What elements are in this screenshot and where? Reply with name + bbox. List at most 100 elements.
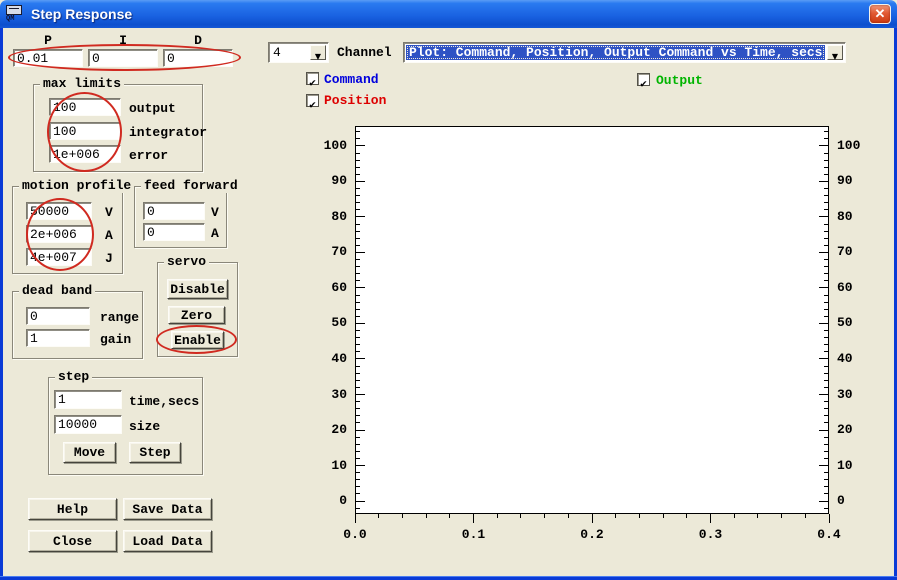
y-axis-tick-label-right: 10: [837, 457, 853, 473]
x-axis-tick-label: 0.4: [817, 527, 841, 542]
position-checkbox[interactable]: ✔: [306, 94, 319, 112]
window-border-left: [0, 28, 3, 577]
y-axis-tick-label-left: 0: [339, 493, 347, 508]
y-axis-tick-label-left: 20: [331, 422, 347, 437]
plot-area: [355, 126, 829, 514]
max-error-label: error: [129, 148, 169, 163]
dead-band-range-input[interactable]: [26, 307, 90, 325]
plot-mode-value: Plot: Command, Position, Output Command …: [406, 45, 825, 60]
plot-mode-select[interactable]: Plot: Command, Position, Output Command …: [403, 42, 846, 63]
output-checkbox-label: Output: [656, 73, 703, 88]
servo-title: servo: [164, 254, 210, 269]
dead-band-gain-input[interactable]: [26, 329, 90, 347]
servo-disable-button[interactable]: Disable: [167, 279, 228, 299]
p-label: P: [44, 33, 52, 48]
move-button[interactable]: Move: [63, 442, 116, 463]
x-axis-minor-tick: [686, 514, 688, 518]
x-axis-tick-label: 0.1: [461, 527, 486, 542]
output-checkbox[interactable]: ✔: [637, 73, 650, 91]
channel-dropdown-button[interactable]: ▼: [310, 45, 326, 61]
plot-mode-dropdown-button[interactable]: ▼: [827, 45, 843, 61]
feed-forward-title: feed forward: [141, 178, 241, 193]
feed-forward-group: feed forward V A: [134, 178, 241, 248]
i-label: I: [119, 33, 127, 48]
jerk-input[interactable]: [26, 248, 92, 266]
x-axis-minor-tick: [378, 514, 380, 518]
x-axis-minor-tick: [615, 514, 617, 518]
x-axis-minor-tick: [496, 514, 498, 518]
y-axis-tick-label-right: 70: [837, 244, 853, 260]
motion-profile-group: motion profile V A J: [12, 178, 135, 274]
y-axis-tick-label-left: 60: [331, 279, 347, 295]
close-button[interactable]: ✕: [869, 4, 891, 24]
title-bar[interactable]: QM Step Response ✕: [0, 0, 897, 28]
y-axis-tick-label-right: 100: [837, 137, 861, 153]
x-axis-minor-tick: [781, 514, 783, 518]
max-error-input[interactable]: [49, 145, 121, 163]
p-gain-input[interactable]: [13, 49, 83, 67]
servo-zero-button[interactable]: Zero: [168, 306, 225, 324]
x-axis-minor-tick: [544, 514, 546, 518]
app-icon-text: QM: [6, 15, 15, 23]
x-axis-minor-tick: [425, 514, 427, 518]
dead-band-group: dead band range gain: [12, 283, 143, 359]
step-size-label: size: [129, 419, 161, 434]
max-output-input[interactable]: [49, 98, 121, 116]
y-axis-tick-label-right: 40: [837, 350, 853, 366]
x-axis-minor-tick: [520, 514, 522, 518]
ff-acceleration-input[interactable]: [143, 223, 205, 241]
y-axis-tick-label-left: 70: [331, 244, 347, 260]
y-axis-tick-label-left: 90: [331, 173, 347, 189]
ff-velocity-input[interactable]: [143, 202, 205, 220]
step-time-input[interactable]: [54, 390, 122, 409]
d-gain-input[interactable]: [163, 49, 233, 67]
motion-profile-title: motion profile: [19, 178, 135, 193]
dead-band-title: dead band: [19, 283, 96, 298]
ff-velocity-label: V: [211, 205, 219, 220]
position-checkbox-label: Position: [324, 93, 387, 108]
i-gain-input[interactable]: [88, 49, 158, 67]
x-axis-minor-tick: [662, 514, 664, 518]
x-axis-minor-tick: [733, 514, 735, 518]
y-axis-tick-label-right: 60: [837, 279, 853, 295]
step-time-label: time,secs: [129, 394, 200, 409]
step-size-input[interactable]: [54, 415, 122, 434]
x-axis-major-tick: [473, 514, 474, 523]
channel-select[interactable]: 4 ▼: [268, 42, 329, 63]
max-limits-title: max limits: [40, 76, 125, 91]
close-icon: ✕: [874, 6, 886, 21]
check-icon: ✔: [309, 78, 316, 90]
load-data-button[interactable]: Load Data: [123, 530, 212, 552]
dead-band-range-label: range: [100, 310, 140, 325]
acceleration-input[interactable]: [26, 225, 92, 243]
close-button-bottom[interactable]: Close: [28, 530, 117, 552]
y-axis-tick-label-left: 10: [331, 457, 347, 473]
step-button[interactable]: Step: [129, 442, 181, 463]
y-axis-tick-label-right: 30: [837, 386, 853, 402]
window-title: Step Response: [31, 6, 133, 22]
max-integrator-label: integrator: [129, 125, 208, 140]
step-title: step: [55, 369, 93, 384]
x-axis-minor-tick: [449, 514, 451, 518]
max-output-label: output: [129, 101, 176, 116]
x-axis-major-tick: [354, 514, 356, 523]
acceleration-label: A: [105, 228, 113, 243]
check-icon: ✔: [640, 79, 647, 91]
max-integrator-input[interactable]: [49, 122, 121, 140]
y-axis-tick-label-left: 100: [323, 137, 347, 153]
app-icon: QM: [5, 4, 25, 24]
velocity-input[interactable]: [26, 202, 92, 220]
servo-enable-button[interactable]: Enable: [171, 331, 224, 349]
step-group: step time,secs size Move Step: [48, 369, 203, 475]
d-label: D: [194, 33, 202, 48]
x-axis-major-tick: [828, 514, 830, 523]
jerk-label: J: [105, 251, 113, 266]
x-axis-minor-tick: [638, 514, 640, 518]
channel-value: 4: [273, 45, 281, 60]
y-axis-tick-label-left: 30: [331, 386, 347, 402]
command-checkbox[interactable]: ✔: [306, 72, 319, 90]
x-axis-tick-label: 0.2: [580, 527, 604, 542]
help-button[interactable]: Help: [28, 498, 117, 520]
save-data-button[interactable]: Save Data: [123, 498, 212, 520]
x-axis-tick-label: 0.0: [343, 527, 367, 542]
